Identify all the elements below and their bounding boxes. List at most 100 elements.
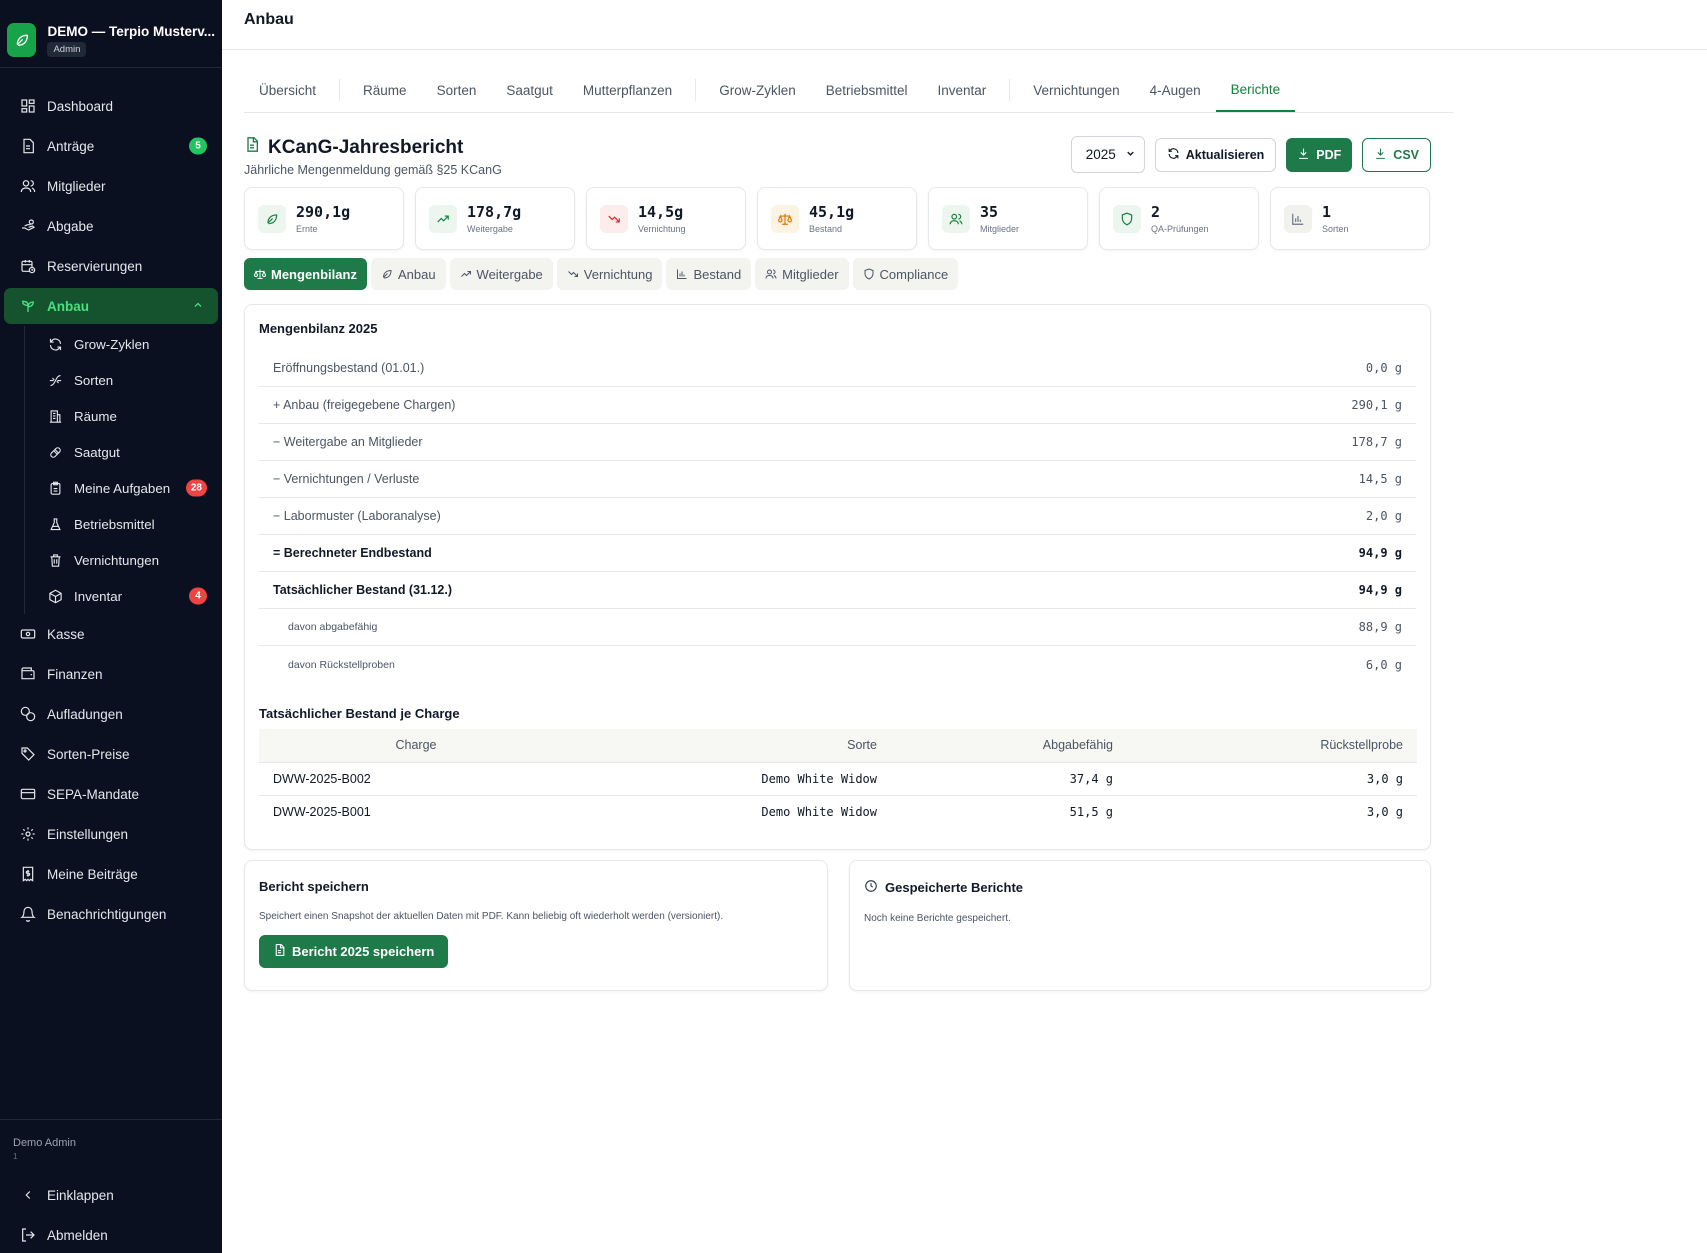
refresh-button[interactable]: Aktualisieren — [1154, 137, 1277, 172]
sidebar-item-benachrichtigungen[interactable]: Benachrichtigungen — [4, 894, 218, 934]
balance-value: 6,0 g — [1365, 657, 1402, 672]
trash-icon — [45, 550, 65, 570]
logout-button[interactable]: Abmelden — [4, 1215, 218, 1253]
sidebar-item-finanzen[interactable]: Finanzen — [4, 654, 218, 694]
page-title: Anbau — [244, 11, 294, 28]
tab-berichte[interactable]: Berichte — [1215, 69, 1296, 112]
sidebar-item-einstellungen[interactable]: Einstellungen — [4, 814, 218, 854]
subtab-mengenbilanz[interactable]: Mengenbilanz — [244, 258, 367, 290]
subtab-weitergabe[interactable]: Weitergabe — [449, 258, 553, 290]
sidebar-item-betriebsmittel[interactable]: Betriebsmittel — [35, 506, 218, 542]
table-row[interactable]: DWW-2025-B001 Demo White Widow 51,5 g 3,… — [259, 795, 1417, 828]
saved-title-row: Gespeicherte Berichte — [864, 879, 1416, 896]
main-content: Übersicht Räume Sorten Saatgut Mutterpfl… — [222, 50, 1453, 991]
sidebar-item-label: Abgabe — [47, 218, 94, 234]
column-header: Sorte — [573, 729, 887, 763]
sidebar-item-label: Aufladungen — [47, 706, 123, 722]
sidebar-item-kasse[interactable]: Kasse — [4, 614, 218, 654]
sidebar-item-label: Betriebsmittel — [74, 516, 155, 532]
kpi-value: 290,1g — [296, 203, 351, 221]
sidebar: DEMO — Terpio Musterv... Admin Dashboard… — [0, 0, 222, 1253]
kpi-card: 1 Sorten — [1270, 187, 1430, 250]
hand-icon — [18, 216, 38, 236]
sidebar-item-mitglieder[interactable]: Mitglieder — [4, 166, 218, 206]
sidebar-item-abgabe[interactable]: Abgabe — [4, 206, 218, 246]
sidebar-item-meine-aufgaben[interactable]: Meine Aufgaben 28 — [35, 470, 218, 506]
receipt-icon — [18, 864, 38, 884]
box-icon — [45, 586, 65, 606]
sidebar-footer: Demo Admin 1 Einklappen Abmelden — [0, 1119, 222, 1253]
leaf-icon — [7, 23, 37, 57]
csv-button[interactable]: CSV — [1362, 137, 1431, 172]
clock-icon — [864, 879, 878, 896]
saved-reports-card: Gespeicherte Berichte Noch keine Bericht… — [849, 860, 1431, 991]
brand[interactable]: DEMO — Terpio Musterv... Admin — [0, 0, 222, 68]
sidebar-item-aufladungen[interactable]: Aufladungen — [4, 694, 218, 734]
tab-divider — [339, 79, 341, 101]
subtab-label: Compliance — [879, 266, 949, 282]
tab-raeume[interactable]: Räume — [348, 69, 422, 112]
tab-saatgut[interactable]: Saatgut — [491, 69, 568, 112]
sidebar-item-label: Saatgut — [74, 444, 120, 460]
sidebar-item-sorten[interactable]: Sorten — [35, 362, 218, 398]
balance-label: davon abgabefähig — [288, 621, 378, 633]
tab-divider — [1009, 79, 1011, 101]
tab-4-augen[interactable]: 4-Augen — [1135, 69, 1216, 112]
trending-down-icon — [567, 268, 579, 280]
sidebar-item-dashboard[interactable]: Dashboard — [4, 86, 218, 126]
file-text-icon — [273, 943, 286, 960]
anbau-submenu: Grow-Zyklen Sorten Räume Saatgut Meine A… — [24, 326, 222, 614]
subtab-compliance[interactable]: Compliance — [852, 258, 959, 290]
sidebar-item-label: Räume — [74, 408, 117, 424]
sidebar-item-antraege[interactable]: Anträge 5 — [4, 126, 218, 166]
sidebar-item-label: Benachrichtigungen — [47, 906, 167, 922]
table-row[interactable]: DWW-2025-B002 Demo White Widow 37,4 g 3,… — [259, 762, 1417, 796]
sidebar-item-anbau[interactable]: Anbau — [4, 288, 218, 324]
save-title: Bericht speichern — [259, 879, 369, 894]
sidebar-item-label: Sorten-Preise — [47, 746, 130, 762]
save-report-button[interactable]: Bericht 2025 speichern — [259, 935, 449, 968]
subtab-label: Mengenbilanz — [271, 266, 357, 282]
bar-chart-icon — [676, 268, 688, 280]
sidebar-item-sepa-mandate[interactable]: SEPA-Mandate — [4, 774, 218, 814]
subtab-vernichtung[interactable]: Vernichtung — [556, 258, 663, 290]
subtab-anbau[interactable]: Anbau — [370, 258, 446, 290]
balance-label: + Anbau (freigegebene Chargen) — [273, 398, 456, 412]
year-select[interactable]: 2025 — [1070, 136, 1145, 173]
collapse-button[interactable]: Einklappen — [4, 1175, 218, 1215]
balance-value: 14,5 g — [1358, 472, 1402, 486]
tab-grow-zyklen[interactable]: Grow-Zyklen — [704, 69, 811, 112]
tab-mutterpflanzen[interactable]: Mutterpflanzen — [568, 69, 687, 112]
sidebar-item-raeume[interactable]: Räume — [35, 398, 218, 434]
column-header: Abgabefähig — [887, 729, 1123, 763]
balance-row: Tatsächlicher Bestand (31.12.) 94,9 g — [259, 572, 1416, 609]
tag-icon — [18, 744, 38, 764]
tab-uebersicht[interactable]: Übersicht — [244, 69, 331, 112]
sidebar-item-label: SEPA-Mandate — [47, 786, 140, 802]
saved-title: Gespeicherte Berichte — [885, 880, 1024, 895]
sprout-icon — [18, 296, 38, 316]
leaf-icon — [381, 268, 393, 280]
sidebar-item-saatgut[interactable]: Saatgut — [35, 434, 218, 470]
pdf-button[interactable]: PDF — [1286, 137, 1353, 172]
subtab-label: Weitergabe — [476, 266, 543, 282]
subtab-bestand[interactable]: Bestand — [666, 258, 752, 290]
kpi-label: Bestand — [809, 224, 843, 234]
sidebar-item-grow-zyklen[interactable]: Grow-Zyklen — [35, 326, 218, 362]
sidebar-item-meine-beitraege[interactable]: Meine Beiträge — [4, 854, 218, 894]
subtab-label: Bestand — [693, 266, 742, 282]
tab-sorten[interactable]: Sorten — [422, 69, 492, 112]
sidebar-item-sorten-preise[interactable]: Sorten-Preise — [4, 734, 218, 774]
clipboard-icon — [45, 478, 65, 498]
tab-divider — [695, 79, 697, 101]
kpi-value: 35 — [980, 203, 999, 221]
sidebar-item-reservierungen[interactable]: Reservierungen — [4, 246, 218, 286]
subtab-mitglieder[interactable]: Mitglieder — [755, 258, 849, 290]
tab-inventar[interactable]: Inventar — [923, 69, 1002, 112]
scale-icon — [771, 204, 799, 233]
tab-betriebsmittel[interactable]: Betriebsmittel — [811, 69, 923, 112]
sidebar-item-inventar[interactable]: Inventar 4 — [35, 578, 218, 614]
tab-vernichtungen[interactable]: Vernichtungen — [1018, 69, 1134, 112]
sidebar-item-label: Anträge — [47, 138, 95, 154]
sidebar-item-vernichtungen[interactable]: Vernichtungen — [35, 542, 218, 578]
